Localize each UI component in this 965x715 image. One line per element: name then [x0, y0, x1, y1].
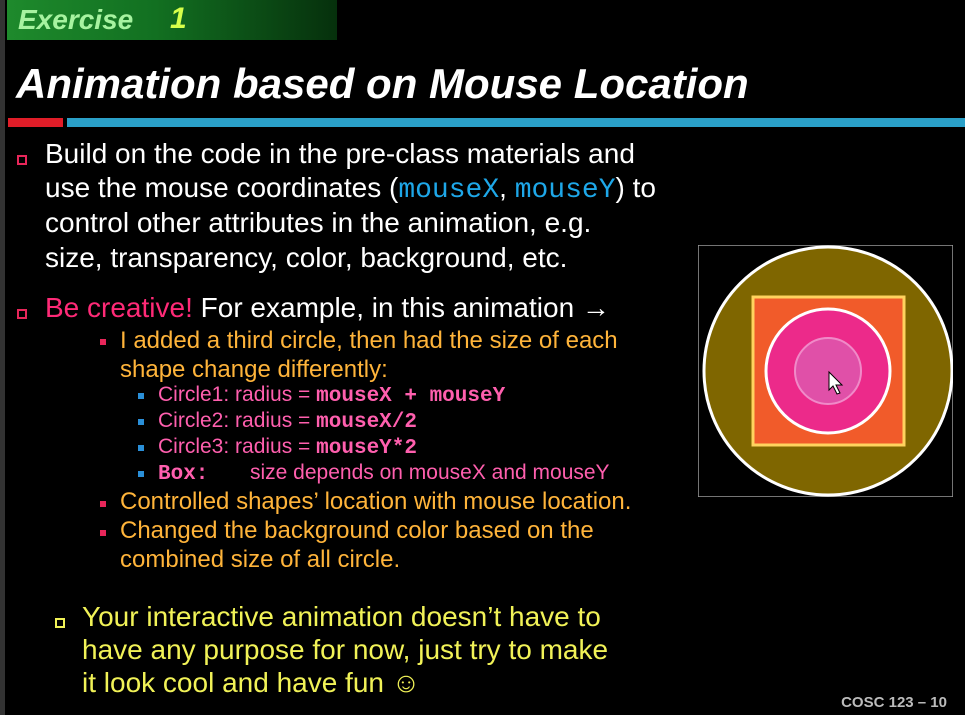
bullet3-line3: it look cool and have fun ☺: [82, 667, 421, 698]
sub-bullet-icon: [100, 339, 106, 345]
sub-bullet-icon: [100, 530, 106, 536]
circle2-item: Circle2: radius = mouseX/2: [158, 408, 417, 436]
sub-sub-bullet-icon: [138, 471, 144, 477]
circle1-item: Circle1: radius = mouseX + mouseY: [158, 382, 505, 410]
bullet1-line2-post: ) to: [615, 172, 656, 203]
title-underline-teal: [67, 118, 965, 127]
bullet1-line2: use the mouse coordinates (mouseX, mouse…: [45, 171, 656, 208]
bullet3-line2: have any purpose for now, just try to ma…: [82, 634, 609, 665]
circle2-code: mouseX/2: [316, 411, 417, 434]
sub3-line2: combined size of all circle.: [120, 546, 401, 573]
circle1-code: mouseX + mouseY: [316, 385, 506, 408]
bullet1-sep: ,: [499, 172, 515, 203]
circle2-label: Circle2: radius =: [158, 409, 317, 432]
bullet1-line2-pre: use the mouse coordinates (: [45, 172, 399, 203]
title-underline-red: [8, 118, 63, 127]
box-desc: size depends on mouseX and mouseY: [250, 461, 610, 484]
bullet-square-icon: [17, 309, 27, 319]
bullet1-line1: Build on the code in the pre-class mater…: [45, 138, 635, 169]
box-item: Box: size depends on mouseX and mouseY: [158, 460, 610, 488]
circle3-item: Circle3: radius = mouseY*2: [158, 434, 417, 462]
bullet1-line3: control other attributes in the animatio…: [45, 207, 592, 238]
left-border: [0, 0, 5, 715]
be-creative-text: Be creative!: [45, 292, 193, 323]
sub3-line1: Changed the background color based on th…: [120, 517, 594, 544]
box-label: Box:: [158, 463, 209, 486]
sub1-line2: shape change differently:: [120, 356, 388, 383]
exercise-number: 1: [170, 2, 187, 35]
sub1-line1: I added a third circle, then had the siz…: [120, 327, 618, 354]
code-mousex: mouseX: [398, 175, 500, 206]
animation-demo: [698, 245, 953, 497]
sub2-line: Controlled shapes’ location with mouse l…: [120, 488, 632, 515]
sub-sub-bullet-icon: [138, 393, 144, 399]
sub-sub-bullet-icon: [138, 445, 144, 451]
bullet3-line1: Your interactive animation doesn’t have …: [82, 601, 601, 632]
code-mousey: mouseY: [514, 175, 616, 206]
sub-sub-bullet-icon: [138, 419, 144, 425]
bullet1-line4: size, transparency, color, background, e…: [45, 242, 568, 273]
bullet2-line: Be creative! For example, in this animat…: [45, 291, 610, 325]
slide-footer: COSC 123 – 10: [841, 694, 947, 711]
slide-title: Animation based on Mouse Location: [16, 60, 749, 107]
circle1-label: Circle1: radius =: [158, 383, 317, 406]
circle3-code: mouseY*2: [316, 437, 417, 460]
bullet-square-icon: [17, 155, 27, 165]
bullet-square-icon: [55, 618, 65, 628]
bullet2-rest: For example, in this animation →: [192, 292, 610, 323]
circle3-shape: [794, 337, 862, 405]
exercise-label: Exercise: [18, 4, 134, 35]
sub-bullet-icon: [100, 501, 106, 507]
exercise-tag: Exercise 1: [7, 0, 337, 40]
circle3-label: Circle3: radius =: [158, 435, 317, 458]
